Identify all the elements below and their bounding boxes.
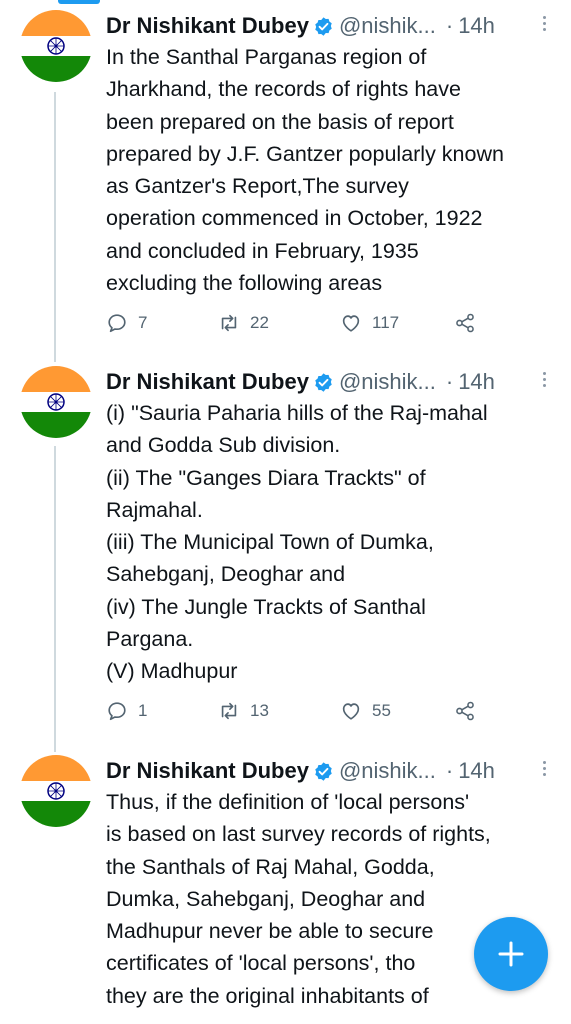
author-handle: @nishik... [338, 758, 436, 783]
tweet-text-line: (iii) The Municipal Town of Dumka, [106, 530, 434, 555]
tweet-text-line: Jharkhand, the records of rights have [106, 77, 461, 102]
thread-line [54, 446, 56, 752]
tweet-actions: 1 13 55 [106, 700, 486, 728]
india-flag-avatar-icon [20, 755, 92, 827]
retweet-icon [221, 314, 237, 332]
india-flag-avatar-icon [20, 10, 92, 82]
tweet-text-line: been prepared on the basis of report [106, 109, 454, 134]
heart-icon [342, 315, 360, 332]
tweet-header: Dr Nishikant Dubey @nishik... · 14h [106, 366, 551, 398]
tweet-text-line: is based on last survey records of right… [106, 822, 491, 847]
retweet-count: 22 [250, 313, 269, 332]
verified-badge-icon [315, 16, 332, 36]
share-icon [456, 701, 474, 721]
timestamp[interactable]: 14h [458, 758, 495, 784]
tweet-text-line: and concluded in February, 1935 [106, 238, 419, 263]
tweet-text-line: Rajmahal. [106, 497, 203, 522]
author-name[interactable]: Dr Nishikant Dubey [106, 758, 309, 784]
tweet-actions: 7 22 117 [106, 312, 486, 340]
more-vertical-icon[interactable] [541, 14, 547, 36]
more-vertical-icon[interactable] [541, 370, 547, 392]
india-flag-avatar-icon [20, 366, 92, 438]
tweet-text-line: as Gantzer's Report,The survey [106, 174, 409, 199]
share-button[interactable] [454, 700, 476, 722]
tweet-text-line: Pargana. [106, 627, 194, 652]
thread-line [54, 92, 56, 362]
separator-dot: · [445, 369, 454, 394]
reply-button[interactable]: 7 [106, 312, 147, 334]
tweet-text-line: and Godda Sub division. [106, 433, 341, 458]
tweet-text-line: (i) "Sauria Paharia hills of the Raj-mah… [106, 401, 488, 425]
reply-icon [108, 314, 126, 333]
compose-tweet-button[interactable] [474, 917, 548, 991]
share-button[interactable] [454, 312, 476, 334]
tweet-text-line: Sahebganj, Deoghar and [106, 562, 346, 587]
retweet-button[interactable]: 13 [218, 700, 269, 722]
top-accent-bar [58, 0, 100, 4]
share-icon [456, 313, 474, 333]
tweet-text: (i) "Sauria Paharia hills of the Raj-mah… [106, 397, 561, 688]
avatar[interactable] [20, 755, 92, 827]
more-vertical-icon[interactable] [541, 759, 547, 781]
avatar[interactable] [20, 366, 92, 438]
verified-badge-icon [315, 372, 332, 392]
tweet-text-line: excluding the following areas [106, 271, 383, 296]
author-name[interactable]: Dr Nishikant Dubey [106, 369, 309, 395]
tweet-text-line: (V) Madhupur [106, 659, 238, 684]
tweet-text-line: In the Santhal Parganas region of [106, 45, 427, 69]
verified-badge-icon [315, 761, 332, 781]
tweet-text-line: (ii) The "Ganges Diara Trackts" of [106, 465, 426, 490]
tweet-text-line: Dumka, Sahebganj, Deoghar and [106, 886, 426, 911]
timestamp[interactable]: 14h [458, 13, 495, 39]
author-handle: @nishik... [338, 13, 436, 38]
like-count: 117 [372, 313, 400, 332]
retweet-count: 13 [250, 701, 269, 720]
reply-icon [108, 702, 126, 721]
reply-button[interactable]: 1 [106, 700, 147, 722]
tweet-text-line: prepared by J.F. Gantzer popularly known [106, 141, 504, 166]
separator-dot: · [445, 13, 454, 38]
reply-count: 1 [138, 701, 148, 720]
author-handle: @nishik... [338, 369, 436, 394]
retweet-button[interactable]: 22 [218, 312, 269, 334]
retweet-icon [221, 702, 237, 720]
author-name[interactable]: Dr Nishikant Dubey [106, 13, 309, 39]
like-button[interactable]: 117 [340, 312, 399, 334]
tweet-text: In the Santhal Parganas region of Jharkh… [106, 41, 561, 299]
tweet-header: Dr Nishikant Dubey @nishik... · 14h [106, 755, 551, 787]
tweet-header: Dr Nishikant Dubey @nishik... · 14h [106, 10, 551, 42]
timestamp[interactable]: 14h [458, 369, 495, 395]
tweet-text-line: (iv) The Jungle Trackts of Santhal [106, 594, 426, 619]
separator-dot: · [445, 758, 454, 783]
like-count: 55 [372, 701, 391, 720]
tweet-text-line: Thus, if the definition of 'local person… [106, 790, 470, 814]
like-button[interactable]: 55 [340, 700, 391, 722]
reply-count: 7 [138, 313, 148, 332]
plus-icon [498, 941, 524, 967]
tweet-text-line: the Santhals of Raj Mahal, Godda, [106, 854, 435, 879]
tweet-text-line: operation commenced in October, 1922 [106, 206, 483, 231]
heart-icon [342, 703, 360, 720]
avatar[interactable] [20, 10, 92, 82]
